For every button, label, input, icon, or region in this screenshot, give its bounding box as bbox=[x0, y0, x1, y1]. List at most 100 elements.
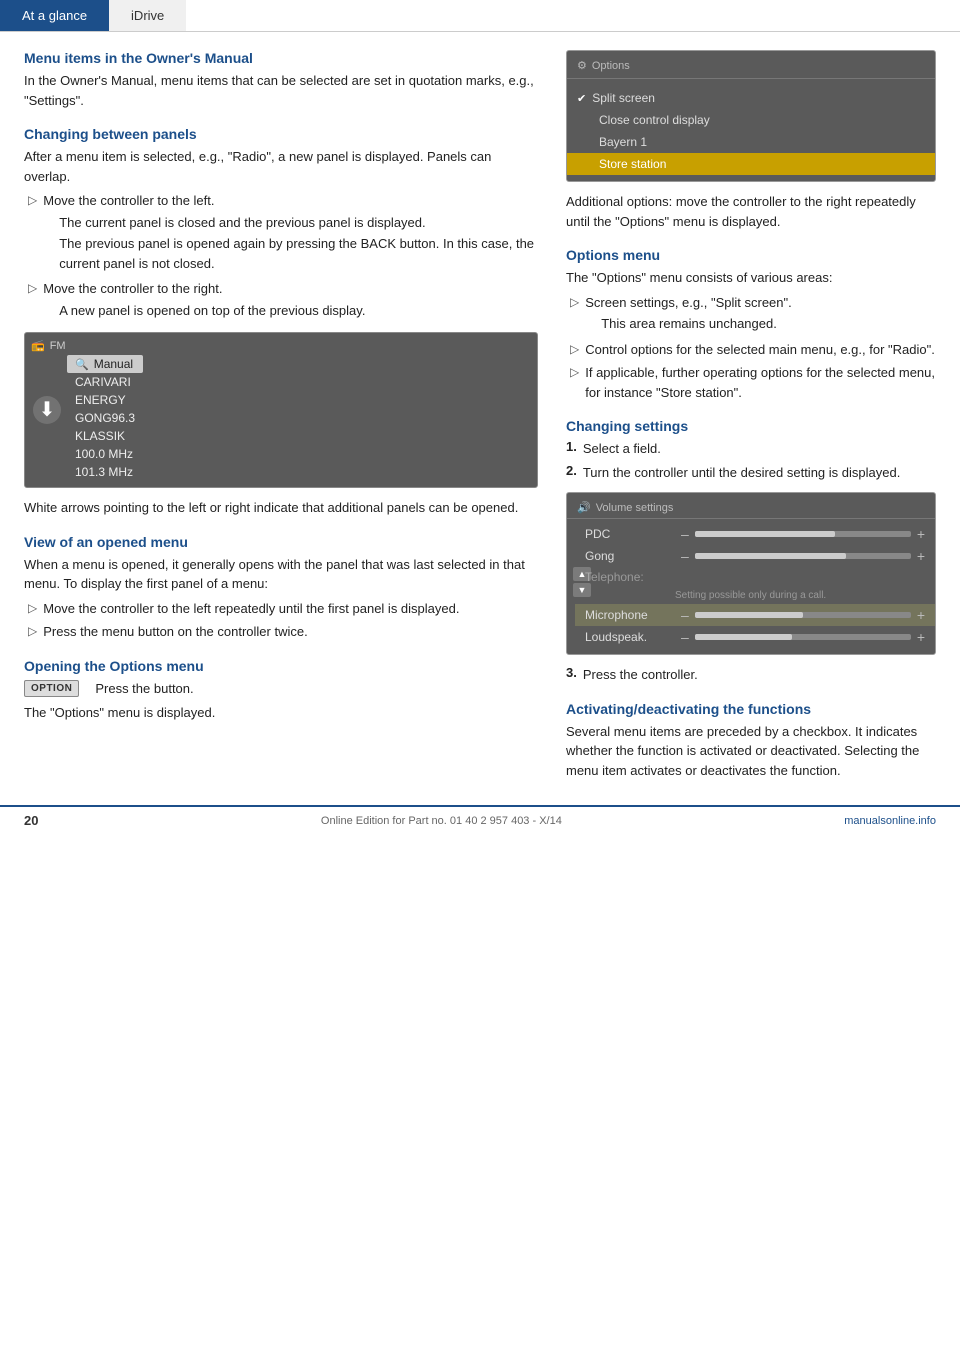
vol-row-gong[interactable]: Gong – + bbox=[575, 545, 935, 567]
step-1-num: 1. bbox=[566, 439, 577, 454]
options-item-bayern1[interactable]: Bayern 1 bbox=[567, 131, 935, 153]
fm-panel-menu: 🔍 Manual CARIVARI ENERGY GONG96.3 KLASSI… bbox=[67, 355, 143, 481]
main-content: Menu items in the Owner's Manual In the … bbox=[0, 32, 960, 795]
bullet-move-left-text: Move the controller to the left. bbox=[43, 193, 214, 208]
vol-fill-microphone bbox=[695, 612, 803, 618]
volume-icon: 🔊 bbox=[577, 501, 591, 514]
fm-item-energy[interactable]: ENERGY bbox=[67, 391, 143, 409]
options-bullet-screen-text: Screen settings, e.g., "Split screen". bbox=[585, 295, 792, 310]
vol-row-microphone[interactable]: Microphone – + bbox=[575, 604, 935, 626]
volume-panel-header: 🔊 Volume settings bbox=[567, 499, 935, 518]
fm-item-manual[interactable]: 🔍 Manual bbox=[67, 355, 143, 373]
vol-row-loudspeaker[interactable]: Loudspeak. – + bbox=[575, 626, 935, 648]
step-turn-controller: 2. Turn the controller until the desired… bbox=[566, 463, 936, 483]
bullet-press-menu-button-text: Press the menu button on the controller … bbox=[43, 622, 307, 642]
bullet-move-right: ▷ Move the controller to the right. A ne… bbox=[28, 279, 538, 322]
bullet-move-right-sub1: A new panel is opened on top of the prev… bbox=[59, 301, 365, 321]
right-column: ⚙ Options ✔ Split screen Close control d… bbox=[566, 50, 936, 785]
bullet-press-menu-button: ▷ Press the menu button on the controlle… bbox=[28, 622, 538, 642]
vol-plus-gong[interactable]: + bbox=[917, 548, 925, 564]
press-option-button-row: OPTION Press the button. bbox=[24, 680, 538, 697]
top-navigation: At a glance iDrive bbox=[0, 0, 960, 32]
fm-item-gong[interactable]: GONG96.3 bbox=[67, 409, 143, 427]
fm-item-carivari[interactable]: CARIVARI bbox=[67, 373, 143, 391]
options-panel-header: ⚙ Options bbox=[567, 57, 935, 76]
step-1-text: Select a field. bbox=[583, 439, 661, 459]
fm-item-klassik[interactable]: KLASSIK bbox=[67, 427, 143, 445]
options-bullet-screen-sub: This area remains unchanged. bbox=[601, 314, 792, 334]
page-footer: 20 Online Edition for Part no. 01 40 2 9… bbox=[0, 805, 960, 834]
section-changing-settings-heading: Changing settings bbox=[566, 418, 936, 434]
vol-bar-microphone bbox=[695, 612, 911, 618]
section-activating-heading: Activating/deactivating the functions bbox=[566, 701, 936, 717]
options-bullet-applicable-text: If applicable, further operating options… bbox=[585, 363, 936, 402]
step-2-text: Turn the controller until the desired se… bbox=[583, 463, 900, 483]
options-item-split-screen[interactable]: ✔ Split screen bbox=[567, 87, 935, 109]
section-changing-panels-body: After a menu item is selected, e.g., "Ra… bbox=[24, 147, 538, 186]
tab-at-a-glance[interactable]: At a glance bbox=[0, 0, 109, 31]
options-bullet-control: ▷ Control options for the selected main … bbox=[570, 340, 936, 360]
step-press-controller: 3. Press the controller. bbox=[566, 665, 936, 685]
vol-minus-microphone[interactable]: – bbox=[681, 607, 689, 623]
option-button[interactable]: OPTION bbox=[24, 680, 79, 697]
bullet-move-left-sub1: The current panel is closed and the prev… bbox=[59, 213, 538, 233]
vol-minus-gong[interactable]: – bbox=[681, 548, 689, 564]
section-changing-panels-heading: Changing between panels bbox=[24, 126, 538, 142]
left-column: Menu items in the Owner's Manual In the … bbox=[24, 50, 538, 785]
volume-panel-nav[interactable]: ▲ ▼ bbox=[573, 567, 591, 597]
vol-bar-loudspeaker bbox=[695, 634, 911, 640]
step-3-num: 3. bbox=[566, 665, 577, 680]
vol-plus-pdc[interactable]: + bbox=[917, 526, 925, 542]
fm-panel-header: 📻 FM bbox=[31, 339, 531, 352]
bullet-move-left: ▷ Move the controller to the left. The c… bbox=[28, 191, 538, 275]
section-opening-options-heading: Opening the Options menu bbox=[24, 658, 538, 674]
vol-plus-microphone[interactable]: + bbox=[917, 607, 925, 623]
bullet-arrow-3: ▷ bbox=[28, 601, 37, 615]
fm-item-101mhz[interactable]: 101.3 MHz bbox=[67, 463, 143, 481]
tab-idrive[interactable]: iDrive bbox=[109, 0, 186, 31]
section-activating-body: Several menu items are preceded by a che… bbox=[566, 722, 936, 781]
volume-panel-screenshot: 🔊 Volume settings ▲ ▼ PDC – + bbox=[566, 492, 936, 655]
section-opened-menu-heading: View of an opened menu bbox=[24, 534, 538, 550]
options-bullet-control-text: Control options for the selected main me… bbox=[585, 340, 935, 360]
option-btn-label: OPTION bbox=[24, 680, 79, 697]
options-item-close-display[interactable]: Close control display bbox=[567, 109, 935, 131]
white-arrows-text: White arrows pointing to the left or rig… bbox=[24, 498, 538, 518]
vol-disabled-text: Setting possible only during a call. bbox=[575, 587, 935, 604]
vol-fill-loudspeaker bbox=[695, 634, 792, 640]
vol-label-gong: Gong bbox=[585, 549, 675, 563]
fm-icon: 📻 bbox=[31, 339, 45, 352]
section-menu-items-heading: Menu items in the Owner's Manual bbox=[24, 50, 538, 66]
options-bullet-applicable: ▷ If applicable, further operating optio… bbox=[570, 363, 936, 402]
step-3-text: Press the controller. bbox=[583, 665, 698, 685]
options-bullet-screen-settings: ▷ Screen settings, e.g., "Split screen".… bbox=[570, 293, 936, 336]
vol-plus-loudspeaker[interactable]: + bbox=[917, 629, 925, 645]
vol-nav-up[interactable]: ▲ bbox=[573, 567, 591, 581]
volume-divider bbox=[567, 518, 935, 519]
options-icon: ⚙ bbox=[577, 59, 587, 72]
vol-row-pdc[interactable]: PDC – + bbox=[575, 523, 935, 545]
vol-row-telephone: Telephone: bbox=[575, 567, 935, 587]
section-opened-menu-body: When a menu is opened, it generally open… bbox=[24, 555, 538, 594]
check-icon-split: ✔ bbox=[577, 92, 586, 105]
vol-nav-down[interactable]: ▼ bbox=[573, 583, 591, 597]
vol-fill-gong bbox=[695, 553, 846, 559]
fm-item-100mhz[interactable]: 100.0 MHz bbox=[67, 445, 143, 463]
step-2-num: 2. bbox=[566, 463, 577, 478]
bullet-arrow-4: ▷ bbox=[28, 624, 37, 638]
search-icon: 🔍 bbox=[75, 358, 89, 371]
options-bullet-arrow-3: ▷ bbox=[570, 365, 579, 379]
options-bullet-arrow-2: ▷ bbox=[570, 342, 579, 356]
options-item-store-station[interactable]: Store station bbox=[567, 153, 935, 175]
vol-minus-pdc[interactable]: – bbox=[681, 526, 689, 542]
fm-panel-nav-arrow[interactable]: ⬇ bbox=[33, 396, 61, 424]
press-button-text: Press the button. bbox=[95, 681, 193, 696]
page-number: 20 bbox=[24, 813, 38, 828]
brand-text: manualsonline.info bbox=[844, 815, 936, 827]
edition-text: Online Edition for Part no. 01 40 2 957 … bbox=[321, 815, 562, 827]
bullet-move-right-text: Move the controller to the right. bbox=[43, 281, 222, 296]
vol-bar-pdc bbox=[695, 531, 911, 537]
vol-minus-loudspeaker[interactable]: – bbox=[681, 629, 689, 645]
vol-label-loudspeaker: Loudspeak. bbox=[585, 630, 675, 644]
vol-bar-gong bbox=[695, 553, 911, 559]
